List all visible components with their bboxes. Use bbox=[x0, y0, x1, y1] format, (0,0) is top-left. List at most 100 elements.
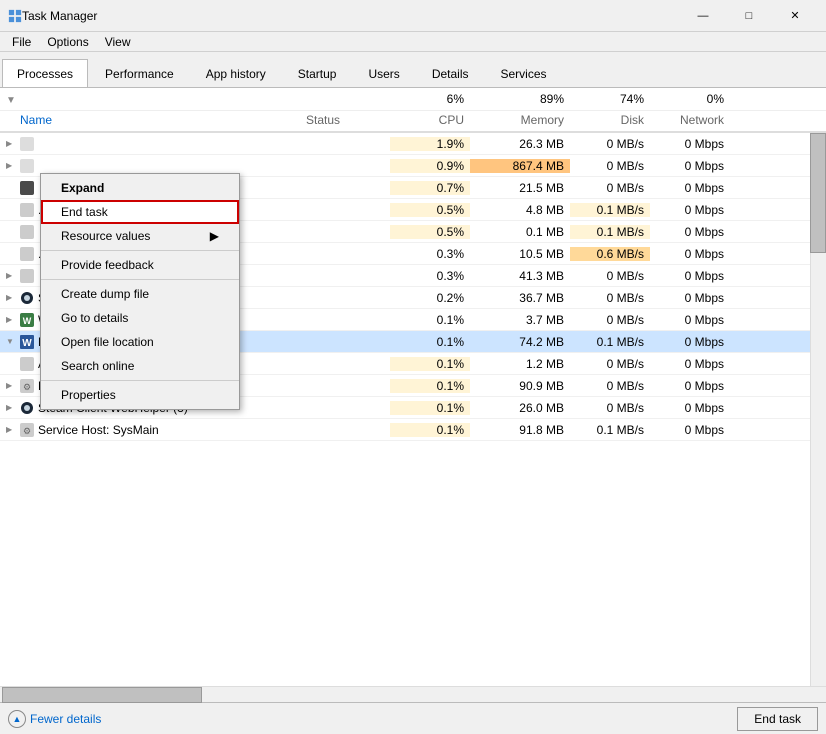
menu-view[interactable]: View bbox=[97, 33, 139, 51]
row-memory: 0.1 MB bbox=[470, 225, 570, 239]
vertical-scrollbar[interactable] bbox=[810, 133, 826, 686]
row-cpu: 0.3% bbox=[390, 269, 470, 283]
row-name: ▶ bbox=[0, 137, 300, 151]
row-memory: 26.0 MB bbox=[470, 401, 570, 415]
proc-icon-4 bbox=[20, 203, 34, 217]
row-disk: 0.6 MB/s bbox=[570, 247, 650, 261]
tab-processes[interactable]: Processes bbox=[2, 59, 88, 87]
table-row[interactable]: ▶ ⚙ Service Host: SysMain 0.1% 91.8 MB 0… bbox=[0, 419, 810, 441]
row-network: 0 Mbps bbox=[650, 379, 730, 393]
row-network: 0 Mbps bbox=[650, 225, 730, 239]
row-disk: 0 MB/s bbox=[570, 137, 650, 151]
ctx-create-dump[interactable]: Create dump file bbox=[41, 282, 239, 306]
row-disk: 0.1 MB/s bbox=[570, 335, 650, 349]
row-network: 0 Mbps bbox=[650, 203, 730, 217]
row-cpu: 0.1% bbox=[390, 313, 470, 327]
gear-icon-2: ⚙ bbox=[20, 423, 34, 437]
ctx-end-task[interactable]: End task bbox=[41, 200, 239, 224]
row-cpu: 0.1% bbox=[390, 423, 470, 437]
row-network: 0 Mbps bbox=[650, 313, 730, 327]
row-memory: 10.5 MB bbox=[470, 247, 570, 261]
ctx-expand[interactable]: Expand bbox=[41, 176, 239, 200]
row-memory: 36.7 MB bbox=[470, 291, 570, 305]
ctx-go-to-details[interactable]: Go to details bbox=[41, 306, 239, 330]
tab-details[interactable]: Details bbox=[417, 59, 484, 87]
col-memory[interactable]: Memory bbox=[470, 111, 570, 131]
expand-icon[interactable]: ▶ bbox=[6, 271, 16, 281]
col-name[interactable]: Name bbox=[0, 111, 300, 131]
end-task-button[interactable]: End task bbox=[737, 707, 818, 731]
row-cpu: 0.2% bbox=[390, 291, 470, 305]
tab-bar: Processes Performance App history Startu… bbox=[0, 52, 826, 88]
tab-services[interactable]: Services bbox=[486, 59, 562, 87]
scrollbar-thumb[interactable] bbox=[810, 133, 826, 253]
row-cpu: 0.1% bbox=[390, 357, 470, 371]
row-disk: 0 MB/s bbox=[570, 313, 650, 327]
minimize-button[interactable]: — bbox=[680, 0, 726, 32]
sort-arrow: ▼ bbox=[0, 88, 300, 110]
fewer-details-button[interactable]: ▲ Fewer details bbox=[8, 710, 101, 728]
row-network: 0 Mbps bbox=[650, 159, 730, 173]
expand-icon[interactable]: ▶ bbox=[6, 293, 16, 303]
row-disk: 0 MB/s bbox=[570, 269, 650, 283]
expand-icon[interactable]: ▶ bbox=[6, 403, 16, 413]
ctx-separator-1 bbox=[41, 250, 239, 251]
expand-icon[interactable]: ▶ bbox=[6, 425, 16, 435]
maximize-button[interactable]: □ bbox=[726, 0, 772, 32]
row-disk: 0.1 MB/s bbox=[570, 203, 650, 217]
col-status[interactable]: Status bbox=[300, 111, 390, 131]
tab-startup[interactable]: Startup bbox=[283, 59, 352, 87]
row-network: 0 Mbps bbox=[650, 291, 730, 305]
ctx-search-online[interactable]: Search online bbox=[41, 354, 239, 378]
row-network: 0 Mbps bbox=[650, 247, 730, 261]
horizontal-scrollbar[interactable] bbox=[0, 686, 826, 702]
column-percentages: ▼ 6% 89% 74% 0% bbox=[0, 88, 826, 111]
tab-users[interactable]: Users bbox=[353, 59, 414, 87]
proc-icon-2 bbox=[20, 159, 34, 173]
ctx-open-file[interactable]: Open file location bbox=[41, 330, 239, 354]
row-disk: 0.1 MB/s bbox=[570, 225, 650, 239]
tab-performance[interactable]: Performance bbox=[90, 59, 189, 87]
col-network[interactable]: Network bbox=[650, 111, 730, 131]
row-network: 0 Mbps bbox=[650, 137, 730, 151]
table-container: ▶ 1.9% 26.3 MB 0 MB/s 0 Mbps ▶ 0.9% 867.… bbox=[0, 133, 826, 686]
row-memory: 4.8 MB bbox=[470, 203, 570, 217]
row-memory: 1.2 MB bbox=[470, 357, 570, 371]
expand-icon[interactable]: ▶ bbox=[6, 139, 16, 149]
main-content: ▼ 6% 89% 74% 0% Name Status CPU Memory D… bbox=[0, 88, 826, 702]
row-memory: 41.3 MB bbox=[470, 269, 570, 283]
svg-text:W: W bbox=[23, 316, 32, 326]
row-disk: 0 MB/s bbox=[570, 357, 650, 371]
row-disk: 0.1 MB/s bbox=[570, 423, 650, 437]
row-memory: 90.9 MB bbox=[470, 379, 570, 393]
row-disk: 0 MB/s bbox=[570, 291, 650, 305]
ctx-provide-feedback[interactable]: Provide feedback bbox=[41, 253, 239, 277]
row-memory: 21.5 MB bbox=[470, 181, 570, 195]
row-memory: 867.4 MB bbox=[470, 159, 570, 173]
bottom-bar: ▲ Fewer details End task bbox=[0, 702, 826, 734]
h-scrollbar-thumb[interactable] bbox=[2, 687, 202, 703]
row-cpu: 0.5% bbox=[390, 225, 470, 239]
row-disk: 0 MB/s bbox=[570, 401, 650, 415]
proc-icon-1 bbox=[20, 137, 34, 151]
expand-icon[interactable]: ▼ bbox=[6, 337, 16, 347]
col-disk[interactable]: Disk bbox=[570, 111, 650, 131]
ctx-resource-values[interactable]: Resource values ▶ bbox=[41, 224, 239, 248]
tab-app-history[interactable]: App history bbox=[191, 59, 281, 87]
menu-bar: File Options View bbox=[0, 32, 826, 52]
row-network: 0 Mbps bbox=[650, 423, 730, 437]
menu-file[interactable]: File bbox=[4, 33, 39, 51]
ctx-properties[interactable]: Properties bbox=[41, 383, 239, 407]
close-button[interactable]: ✕ bbox=[772, 0, 818, 32]
expand-icon[interactable]: ▶ bbox=[6, 381, 16, 391]
expand-icon[interactable]: ▶ bbox=[6, 161, 16, 171]
expand-icon[interactable]: ▶ bbox=[6, 315, 16, 325]
row-memory: 74.2 MB bbox=[470, 335, 570, 349]
table-row[interactable]: ▶ 1.9% 26.3 MB 0 MB/s 0 Mbps bbox=[0, 133, 810, 155]
chevron-up-icon: ▲ bbox=[8, 710, 26, 728]
menu-options[interactable]: Options bbox=[39, 33, 96, 51]
row-network: 0 Mbps bbox=[650, 357, 730, 371]
row-network: 0 Mbps bbox=[650, 181, 730, 195]
col-cpu[interactable]: CPU bbox=[390, 111, 470, 131]
proc-icon-6 bbox=[20, 247, 34, 261]
